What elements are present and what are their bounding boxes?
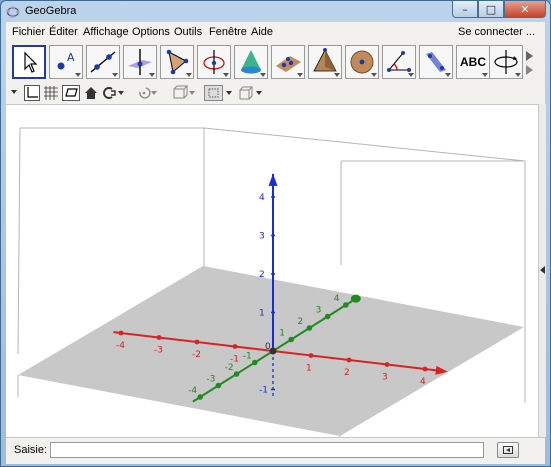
menu-fenetre[interactable]: Fenêtre <box>209 26 247 38</box>
input-bar: Saisie: <box>6 437 545 464</box>
menu-affichage[interactable]: Affichage <box>83 26 129 38</box>
reflect-tool-button[interactable] <box>419 45 453 79</box>
client-area: Fichier Éditer Affichage Options Outils … <box>6 22 546 464</box>
x-axis-tick-point <box>308 353 314 358</box>
cube-view-icon[interactable] <box>238 85 264 101</box>
z-axis-tick-label: -1 <box>259 386 268 396</box>
title-bar[interactable]: GeoGebra – □ ✕ <box>1 1 550 23</box>
x-axis-tick-point <box>384 362 390 367</box>
stylebar-toggle-icon[interactable] <box>10 85 18 101</box>
y-axis-tick-point <box>233 371 240 377</box>
geogebra-window: GeoGebra – □ ✕ Fichier Éditer Affichage … <box>0 0 551 467</box>
x-axis-tick-label: 2 <box>344 368 350 378</box>
y-axis-tick-label: -4 <box>188 386 197 396</box>
clipping-icon[interactable] <box>101 85 125 101</box>
clipping-box-edge <box>203 127 526 162</box>
origin-label: 0 <box>265 342 271 352</box>
x-axis-tick-point <box>232 344 238 349</box>
y-axis-tick-label: 3 <box>316 306 322 316</box>
y-axis-tick-point <box>306 325 313 331</box>
y-axis-tick-label: -3 <box>206 375 215 385</box>
view-direction-icon[interactable] <box>172 85 196 101</box>
x-axis-tick-point <box>156 335 162 340</box>
menu-fichier[interactable]: Fichier <box>12 26 45 38</box>
y-axis-tick-point <box>252 359 258 366</box>
pyramid-tool-button[interactable] <box>271 45 305 79</box>
x-axis-tick-point <box>194 339 200 345</box>
z-axis-tick-label: 2 <box>259 270 265 280</box>
rotate-animation-icon[interactable] <box>134 85 158 101</box>
y-axis-arrow <box>350 294 361 303</box>
maximize-button[interactable]: □ <box>478 1 504 18</box>
window-title: GeoGebra <box>25 5 77 17</box>
perpendicular-line-tool-button[interactable] <box>123 45 157 79</box>
x-axis-tick-label: -4 <box>116 341 125 351</box>
y-axis-tick-label: -1 <box>243 352 252 362</box>
x-axis-tick-label: -2 <box>192 350 201 360</box>
x-axis-tick-label: 4 <box>420 377 426 387</box>
close-button[interactable]: ✕ <box>504 1 546 18</box>
text-tool-button[interactable]: ABC <box>456 45 490 79</box>
y-axis-tick-point <box>324 313 331 320</box>
angle-tool-button[interactable] <box>382 45 416 79</box>
rotate-view-tool-button[interactable] <box>489 45 523 79</box>
menu-aide[interactable]: Aide <box>251 26 273 38</box>
menu-outils[interactable]: Outils <box>174 26 202 38</box>
home-icon[interactable] <box>84 85 98 101</box>
geogebra-logo-icon <box>6 6 20 18</box>
z-axis-tick-label: 1 <box>259 309 265 319</box>
toolbar: A ABC <box>6 44 545 82</box>
minimize-button[interactable]: – <box>452 1 478 18</box>
projection-type-icon[interactable] <box>204 85 234 101</box>
x-axis-tick-label: 1 <box>306 364 312 374</box>
show-axes-icon[interactable] <box>24 85 40 101</box>
menu-bar: Fichier Éditer Affichage Options Outils … <box>6 22 545 42</box>
z-axis-arrow <box>268 173 278 186</box>
sphere-tool-button[interactable] <box>345 45 379 79</box>
circle-tool-button[interactable] <box>197 45 231 79</box>
y-axis-tick-point <box>343 302 349 308</box>
input-field[interactable] <box>50 442 484 458</box>
toolbar-scroll-arrows-icon[interactable] <box>525 48 535 78</box>
line-tool-button[interactable] <box>86 45 120 79</box>
x-axis-tick-label: -3 <box>154 346 163 356</box>
x-axis-tick-point <box>422 366 428 372</box>
x-axis-tick-point <box>118 330 124 336</box>
y-axis-tick-point <box>215 382 222 389</box>
point-tool-button[interactable]: A <box>49 45 83 79</box>
y-axis-tick-point <box>197 394 203 400</box>
intersect-planes-tool-button[interactable] <box>234 45 268 79</box>
y-axis-tick-point <box>288 336 295 343</box>
y-axis-tick-label: -2 <box>225 363 234 373</box>
show-plane-icon[interactable] <box>62 85 80 101</box>
move-tool-button[interactable] <box>12 45 46 79</box>
z-axis-tick-label: 3 <box>259 232 265 242</box>
y-axis-tick-label: 1 <box>279 329 285 339</box>
x-axis-tick-point <box>346 357 352 363</box>
polygon-tool-button[interactable] <box>160 45 194 79</box>
z-axis-tick-label: 4 <box>259 193 265 203</box>
graphics-3d-canvas[interactable]: -11234-4-3-2-11234-4 -3 -2 -11 2 3 40 <box>6 105 538 438</box>
menu-options[interactable]: Options <box>132 26 170 38</box>
x-axis-tick-label: -1 <box>230 355 239 365</box>
view-side-handle[interactable] <box>538 104 546 437</box>
style-bar <box>6 84 545 102</box>
move-tool-icon <box>24 51 38 73</box>
sign-in-link[interactable]: Se connecter ... <box>458 26 535 38</box>
plane-tool-button[interactable] <box>308 45 342 79</box>
y-axis-tick-label: 4 <box>334 294 340 304</box>
graphics-3d-view[interactable]: -1 1 2 3 4 -4 -3 -2 -1 1 2 3 4 -4 -3 -2 -1 1 2 3 4 0 <box>6 104 538 438</box>
show-grid-icon[interactable] <box>43 85 59 101</box>
menu-editer[interactable]: Éditer <box>49 26 78 38</box>
collapse-arrow-icon <box>540 266 545 274</box>
input-help-button[interactable] <box>497 442 519 458</box>
clipping-box-edge <box>17 127 21 355</box>
input-label: Saisie: <box>14 444 48 456</box>
y-axis-tick-label: 2 <box>297 317 303 327</box>
svg-text:A: A <box>67 51 75 64</box>
input-help-icon <box>503 446 513 454</box>
x-axis-tick-label: 3 <box>382 373 388 383</box>
